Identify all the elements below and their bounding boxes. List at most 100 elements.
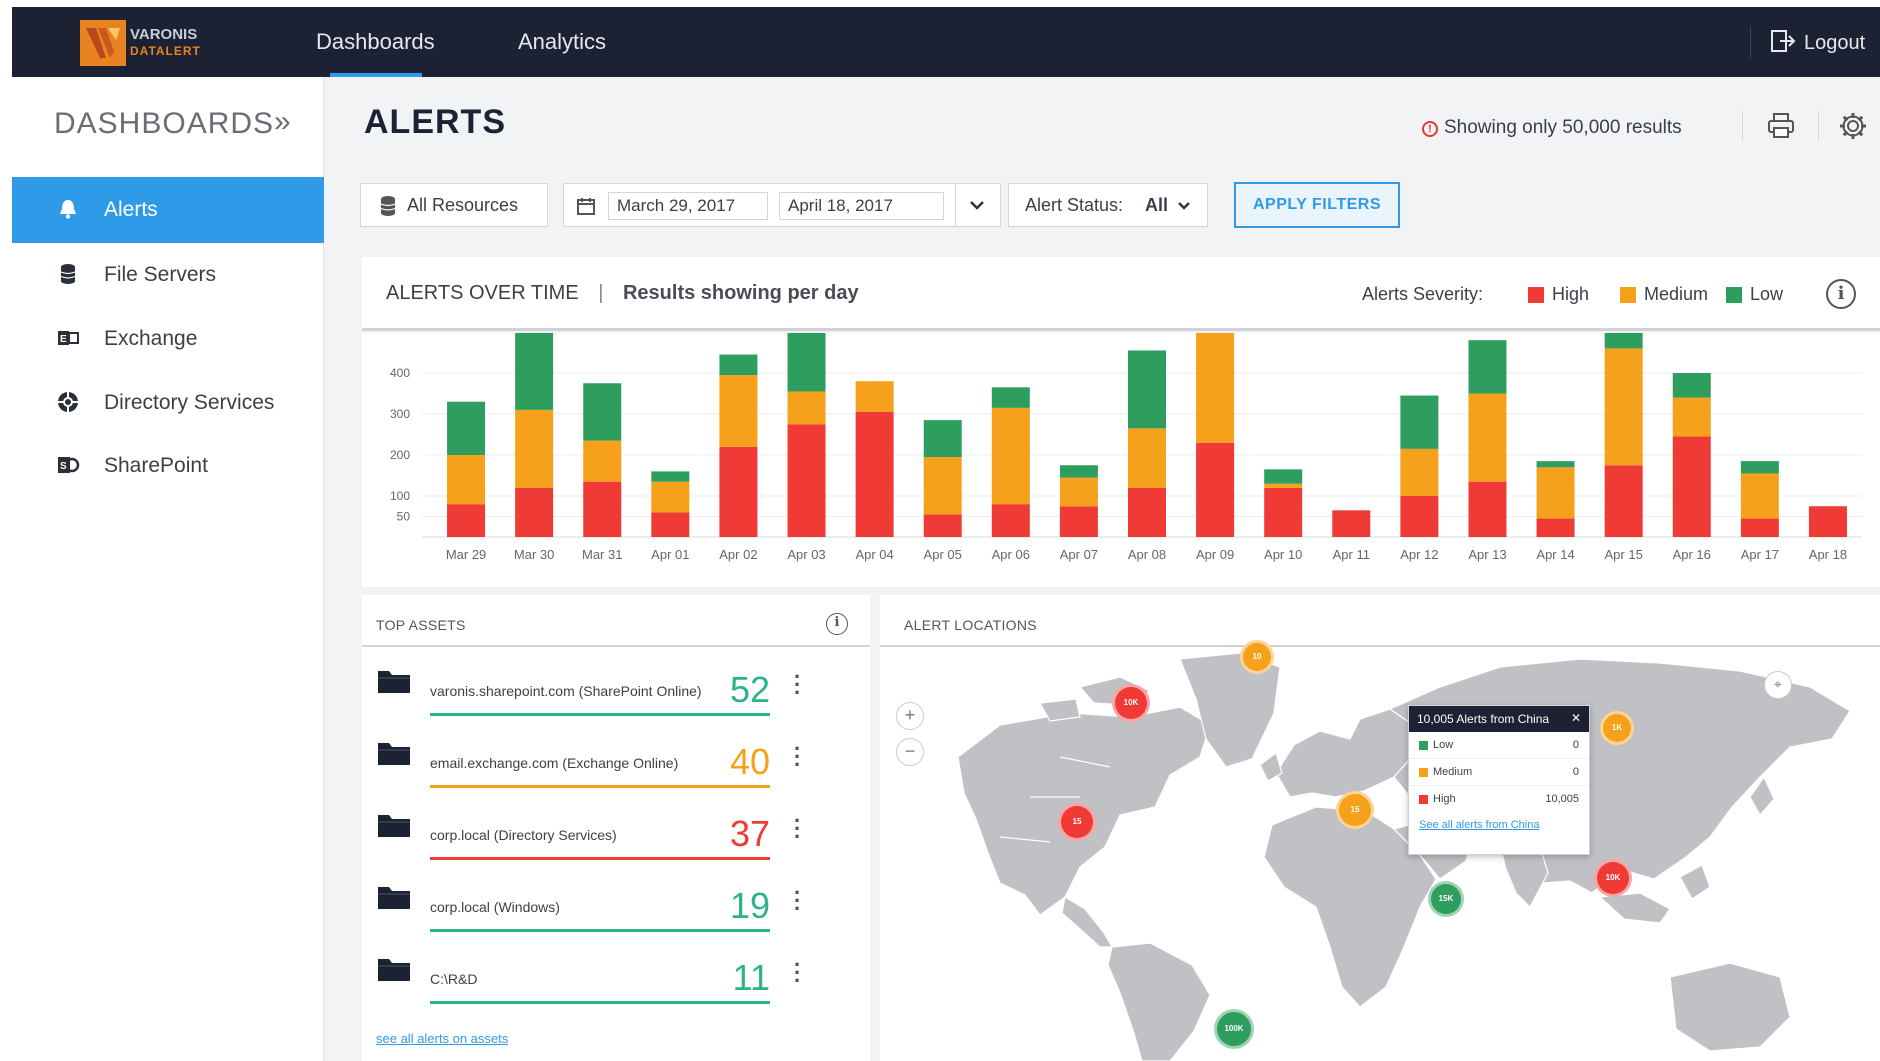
sidebar-item-alerts[interactable]: Alerts xyxy=(12,177,324,243)
popup-row-value: 10,005 xyxy=(1545,793,1579,805)
x-tick-label: Mar 31 xyxy=(582,547,622,562)
asset-row[interactable]: email.exchange.com (Exchange Online) 40 · ·… xyxy=(376,729,826,801)
asset-underline xyxy=(430,857,770,860)
legend-low-swatch[interactable] xyxy=(1726,287,1742,303)
info-icon[interactable]: i xyxy=(826,613,848,635)
x-tick-label: Apr 18 xyxy=(1809,547,1847,562)
bar-segment-medium xyxy=(1264,483,1303,488)
directory-icon xyxy=(58,392,78,412)
x-tick-label: Apr 07 xyxy=(1060,547,1098,562)
legend-high-swatch[interactable] xyxy=(1528,287,1544,303)
bar-segment-medium xyxy=(1740,473,1779,519)
popup-row-medium: Medium 0 xyxy=(1409,759,1589,786)
x-tick-label: Apr 12 xyxy=(1400,547,1438,562)
logo-mark-icon xyxy=(86,28,120,58)
bar-segment-medium xyxy=(1536,467,1575,519)
popup-row-low: Low 0 xyxy=(1409,732,1589,759)
bar-segment-high xyxy=(1536,518,1575,537)
map-bubble[interactable]: 10K xyxy=(1112,684,1150,722)
sidebar-item-sharepoint[interactable]: S SharePoint xyxy=(12,433,324,499)
apply-filters-button[interactable]: APPLY FILTERS xyxy=(1234,182,1400,228)
double-chevron-right-icon[interactable]: » xyxy=(274,105,291,139)
bar-segment-low xyxy=(651,471,690,482)
zoom-out-icon[interactable]: − xyxy=(896,738,924,766)
more-options-icon[interactable]: · · · xyxy=(794,954,801,992)
alerts-over-time-chart: 50 100 200 300 400 Mar 29 Mar 30 Mar 31 Apr 01 Ap… xyxy=(390,293,1862,562)
map-bubble[interactable]: 15K xyxy=(1428,881,1464,917)
bar-segment-high xyxy=(1400,496,1439,537)
sidebar-item-exchange[interactable]: E Exchange xyxy=(12,306,324,372)
bar-segment-medium xyxy=(515,409,554,488)
map-bubble[interactable]: 1K xyxy=(1600,711,1634,745)
bar-segment-medium xyxy=(1196,317,1235,443)
alert-status-label: Alert Status: xyxy=(1025,195,1124,215)
bar-segment-low xyxy=(1604,307,1643,349)
asset-row[interactable]: corp.local (Directory Services) 37 · · · xyxy=(376,801,826,873)
notice-text: Showing only 50,000 results xyxy=(1444,117,1682,138)
top-assets-panel: TOP ASSETS i varonis.sharepoint.com (Sha… xyxy=(362,595,870,1061)
asset-underline xyxy=(430,713,770,716)
high-swatch xyxy=(1419,795,1428,804)
date-range-filter[interactable]: March 29, 2017 April 18, 2017 xyxy=(563,183,1001,227)
more-options-icon[interactable]: · · · xyxy=(794,738,801,776)
logout-button[interactable]: Logout xyxy=(1770,29,1865,55)
asset-row[interactable]: C:\R&D 11 · · · xyxy=(376,945,826,1017)
bar-segment-low xyxy=(1536,461,1575,468)
asset-alert-count: 19 xyxy=(729,885,770,926)
bar-segment-high xyxy=(1059,506,1098,537)
bar-segment-high xyxy=(1604,465,1643,537)
print-icon[interactable] xyxy=(1766,111,1796,141)
bar-segment-high xyxy=(515,487,554,537)
legend-medium-swatch[interactable] xyxy=(1620,287,1636,303)
map-bubble[interactable]: 10 xyxy=(1240,640,1274,674)
more-options-icon[interactable]: · · · xyxy=(794,810,801,848)
world-map[interactable] xyxy=(880,647,1880,1061)
alerts-over-time-title: ALERTS OVER TIME | Results showing per d… xyxy=(386,282,859,305)
section-title: ALERTS OVER TIME xyxy=(386,282,579,304)
more-options-icon[interactable]: · · · xyxy=(794,666,801,704)
more-options-icon[interactable]: · · · xyxy=(794,882,801,920)
map-bubble[interactable]: 10K xyxy=(1594,859,1632,897)
close-icon[interactable]: ✕ xyxy=(1571,711,1581,725)
map-bubble[interactable]: 15 xyxy=(1336,791,1374,829)
alert-status-filter[interactable]: Alert Status: All xyxy=(1008,183,1208,227)
x-tick-label: Mar 29 xyxy=(446,547,486,562)
zoom-in-icon[interactable]: + xyxy=(896,702,924,730)
y-tick-label: 400 xyxy=(390,366,410,380)
y-tick-label: 200 xyxy=(390,448,410,462)
legend-high-label: High xyxy=(1552,284,1590,304)
asset-underline xyxy=(430,1001,770,1004)
map-bubble[interactable]: 15 xyxy=(1058,803,1096,841)
bar-segment-high xyxy=(923,514,962,537)
date-from-field[interactable]: March 29, 2017 xyxy=(608,192,768,220)
x-tick-label: Apr 01 xyxy=(651,547,689,562)
x-tick-label: Apr 03 xyxy=(787,547,825,562)
sidebar-item-file-servers[interactable]: File Servers xyxy=(12,242,324,308)
locate-icon[interactable]: ⌖ xyxy=(1764,671,1792,699)
sidebar-item-label: Alerts xyxy=(104,198,158,221)
info-icon[interactable]: i xyxy=(1826,279,1856,309)
asset-row[interactable]: varonis.sharepoint.com (SharePoint Onlin… xyxy=(376,657,826,729)
bar-segment-high xyxy=(1808,506,1847,537)
gear-icon[interactable] xyxy=(1838,111,1868,141)
date-to-field[interactable]: April 18, 2017 xyxy=(779,192,944,220)
asset-row[interactable]: corp.local (Windows) 19 · · · xyxy=(376,873,826,945)
bar-segment-high xyxy=(855,411,894,537)
popup-title: 10,005 Alerts from China xyxy=(1417,712,1550,726)
sidebar-item-directory-services[interactable]: Directory Services xyxy=(12,370,324,436)
bar-segment-high xyxy=(787,424,826,537)
chevron-down-icon[interactable] xyxy=(968,198,986,212)
bar-segment-medium xyxy=(855,381,894,412)
sidebar: DASHBOARDS » Alerts File Servers E Excha… xyxy=(12,77,324,1061)
x-tick-label: Apr 04 xyxy=(855,547,893,562)
see-all-assets-link[interactable]: see all alerts on assets xyxy=(376,1031,508,1046)
app-window: VARONIS DATALERT Dashboards Analytics Lo… xyxy=(12,7,1880,1061)
see-china-alerts-link[interactable]: See all alerts from China xyxy=(1409,813,1589,837)
x-tick-label: Apr 05 xyxy=(924,547,962,562)
tab-analytics[interactable]: Analytics xyxy=(518,29,606,55)
tab-dashboards[interactable]: Dashboards xyxy=(316,29,435,55)
map-bubble[interactable]: 100K xyxy=(1214,1009,1254,1049)
resources-filter[interactable]: All Resources xyxy=(360,183,548,227)
varonis-logo[interactable] xyxy=(80,20,126,66)
folder-icon xyxy=(378,671,410,693)
